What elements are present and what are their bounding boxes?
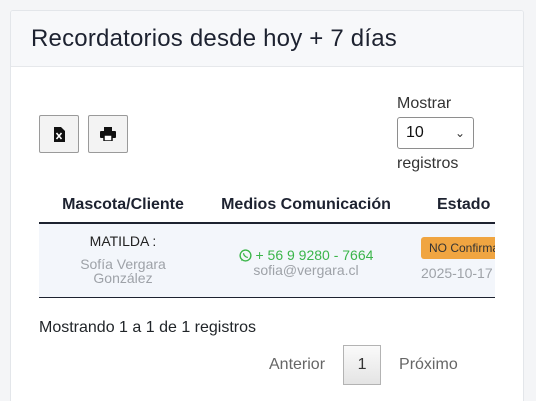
page-length-select[interactable]: 10 ⌄: [397, 117, 474, 149]
phone-number: + 56 9 9280 - 7664: [255, 247, 374, 263]
table-header-row: Mascota/Cliente Medios Comunicación Esta…: [39, 187, 495, 224]
owner-name-line1: Sofía Vergara: [80, 256, 166, 272]
pagination-next[interactable]: Próximo: [399, 356, 458, 374]
page-length-control: Mostrar 10 ⌄ registros: [397, 93, 474, 175]
cell-pet-client: MATILDA : Sofía Vergara González: [39, 223, 207, 298]
print-button[interactable]: [88, 115, 128, 153]
pet-name: MATILDA :: [89, 233, 157, 249]
column-header-status[interactable]: Estado: [405, 187, 495, 224]
column-header-contact[interactable]: Medios Comunicación: [207, 187, 405, 224]
chevron-down-icon: ⌄: [454, 126, 465, 140]
excel-export-button[interactable]: [39, 115, 79, 153]
pagination-page-1[interactable]: 1: [343, 345, 382, 385]
whatsapp-link[interactable]: + 56 9 9280 - 7664: [207, 247, 405, 263]
page-length-value: 10: [406, 124, 424, 141]
excel-file-icon: [53, 126, 65, 142]
status-badge: NO Confirmado: [421, 237, 495, 259]
reminders-card: Recordatorios desde hoy + 7 días Mostrar…: [10, 10, 524, 401]
pagination-previous[interactable]: Anterior: [269, 356, 325, 374]
email-address[interactable]: sofia@vergara.cl: [207, 263, 405, 277]
page-title: Recordatorios desde hoy + 7 días: [31, 24, 397, 52]
length-label-before: Mostrar: [397, 95, 452, 112]
table-row: MATILDA : Sofía Vergara González + 56 9 …: [39, 223, 495, 298]
reminder-date: 2025-10-17: [421, 265, 493, 281]
column-header-pet-client[interactable]: Mascota/Cliente: [39, 187, 207, 224]
reminders-table: Mascota/Cliente Medios Comunicación Esta…: [39, 187, 495, 298]
pagination: Anterior 1 Próximo: [269, 345, 458, 385]
reminders-table-wrap: Mascota/Cliente Medios Comunicación Esta…: [39, 187, 495, 298]
length-label-after: registros: [397, 155, 459, 172]
table-info: Mostrando 1 a 1 de 1 registros: [39, 319, 257, 336]
whatsapp-icon: [238, 247, 256, 263]
cell-status: NO Confirmado 2025-10-17: [405, 223, 495, 298]
owner-name-line2: González: [93, 270, 153, 286]
cell-contact: + 56 9 9280 - 7664 sofia@vergara.cl: [207, 223, 405, 298]
card-header: Recordatorios desde hoy + 7 días: [11, 11, 523, 67]
printer-icon: [100, 127, 116, 141]
